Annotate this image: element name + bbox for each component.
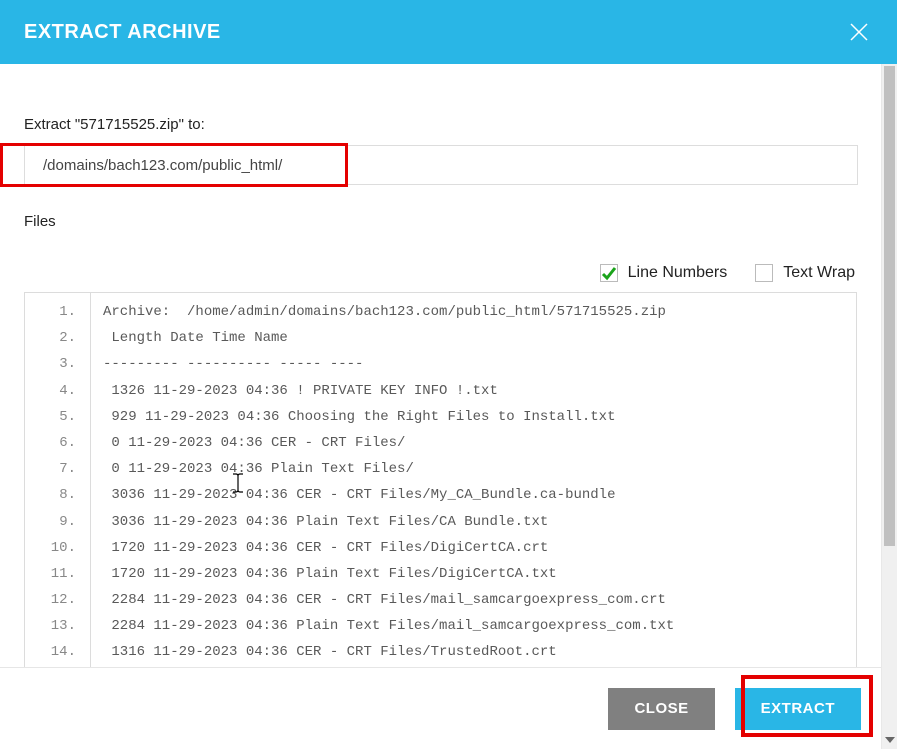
code-line: 1720 11-29-2023 04:36 Plain Text Files/D… xyxy=(91,561,856,587)
line-number: 13. xyxy=(25,613,90,639)
extract-path-input[interactable] xyxy=(24,145,858,185)
line-number-gutter: 1.2.3.4.5.6.7.8.9.10.11.12.13.14.15. xyxy=(25,293,91,669)
modal-footer: CLOSE EXTRACT xyxy=(0,667,881,749)
checkbox-box-checked xyxy=(600,264,618,282)
checkbox-box-unchecked xyxy=(755,264,773,282)
code-line: Length Date Time Name xyxy=(91,325,856,351)
line-number: 4. xyxy=(25,378,90,404)
line-number: 8. xyxy=(25,482,90,508)
files-label: Files xyxy=(24,213,857,230)
extract-to-label: Extract "571715525.zip" to: xyxy=(24,116,857,133)
line-number: 10. xyxy=(25,535,90,561)
file-listing-panel: 1.2.3.4.5.6.7.8.9.10.11.12.13.14.15. Arc… xyxy=(24,292,857,670)
close-icon[interactable] xyxy=(845,18,873,46)
code-line: 1326 11-29-2023 04:36 ! PRIVATE KEY INFO… xyxy=(91,378,856,404)
code-line: 3036 11-29-2023 04:36 CER - CRT Files/My… xyxy=(91,482,856,508)
code-line: Archive: /home/admin/domains/bach123.com… xyxy=(91,299,856,325)
code-line: 0 11-29-2023 04:36 CER - CRT Files/ xyxy=(91,430,856,456)
close-button[interactable]: CLOSE xyxy=(608,688,714,730)
line-number: 5. xyxy=(25,404,90,430)
code-line: 929 11-29-2023 04:36 Choosing the Right … xyxy=(91,404,856,430)
code-line: --------- ---------- ----- ---- xyxy=(91,351,856,377)
scrollbar-track[interactable] xyxy=(881,64,897,749)
checkbox-row: Line Numbers Text Wrap xyxy=(24,264,857,282)
line-numbers-checkbox[interactable]: Line Numbers xyxy=(600,264,728,282)
line-numbers-label: Line Numbers xyxy=(628,264,728,282)
line-number: 1. xyxy=(25,299,90,325)
code-line: 2284 11-29-2023 04:36 Plain Text Files/m… xyxy=(91,613,856,639)
code-lines[interactable]: Archive: /home/admin/domains/bach123.com… xyxy=(91,293,856,669)
modal-title: EXTRACT ARCHIVE xyxy=(24,21,221,44)
line-number: 11. xyxy=(25,561,90,587)
code-line: 0 11-29-2023 04:36 Plain Text Files/ xyxy=(91,456,856,482)
code-line: 2284 11-29-2023 04:36 CER - CRT Files/ma… xyxy=(91,587,856,613)
path-input-row xyxy=(24,145,857,185)
code-line: 1720 11-29-2023 04:36 CER - CRT Files/Di… xyxy=(91,535,856,561)
extract-button[interactable]: EXTRACT xyxy=(735,688,861,730)
text-wrap-checkbox[interactable]: Text Wrap xyxy=(755,264,855,282)
scrollbar-arrow-down-icon[interactable] xyxy=(882,733,897,747)
text-wrap-label: Text Wrap xyxy=(783,264,855,282)
line-number: 3. xyxy=(25,351,90,377)
modal-body-wrap: Extract "571715525.zip" to: Files Line N… xyxy=(0,64,897,749)
line-number: 12. xyxy=(25,587,90,613)
modal-body: Extract "571715525.zip" to: Files Line N… xyxy=(0,64,881,749)
line-number: 2. xyxy=(25,325,90,351)
modal-header: EXTRACT ARCHIVE xyxy=(0,0,897,64)
line-number: 9. xyxy=(25,509,90,535)
line-number: 6. xyxy=(25,430,90,456)
code-line: 3036 11-29-2023 04:36 Plain Text Files/C… xyxy=(91,509,856,535)
line-number: 7. xyxy=(25,456,90,482)
line-number: 14. xyxy=(25,639,90,665)
code-line: 1316 11-29-2023 04:36 CER - CRT Files/Tr… xyxy=(91,639,856,665)
scrollbar-thumb[interactable] xyxy=(884,66,895,546)
